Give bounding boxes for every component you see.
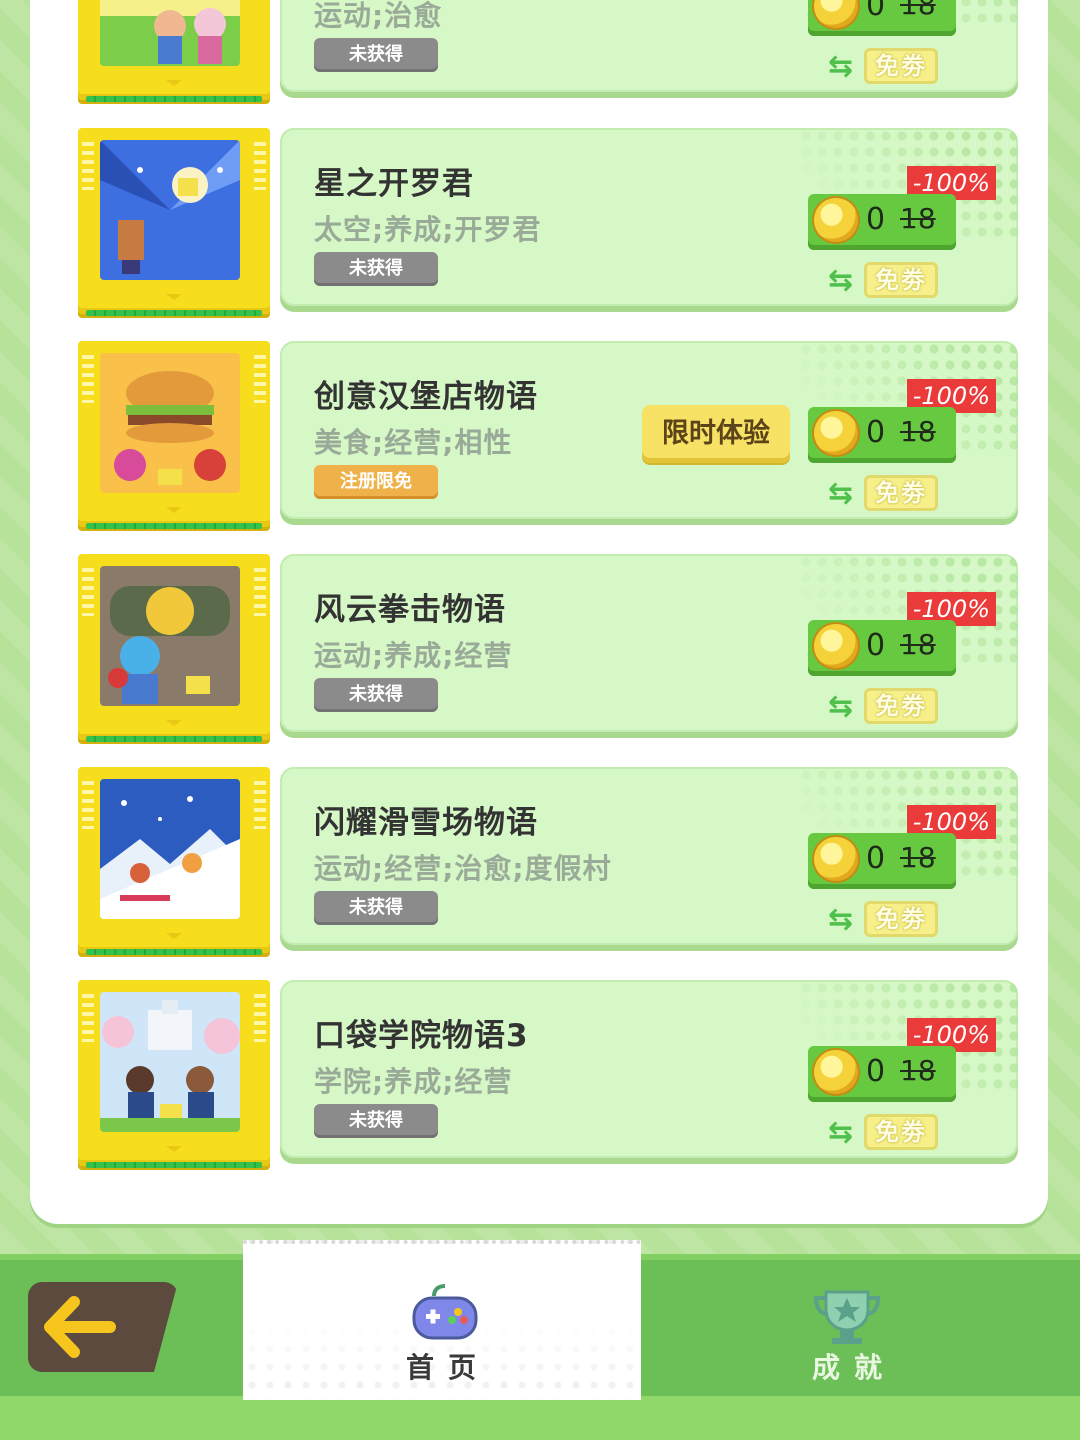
- cart-strip: [86, 310, 262, 316]
- game-row[interactable]: 创意汉堡店物语 美食;经营;相性 注册限免 限时体验 -100% 0 18 ⇆ …: [0, 341, 1080, 541]
- game-thumbnail: [100, 779, 240, 919]
- game-cartridge[interactable]: [78, 980, 270, 1168]
- swap-icon: ⇆: [828, 902, 854, 937]
- price-current: 0: [866, 841, 886, 876]
- game-title: 口袋学院物语3: [314, 1018, 529, 1054]
- game-title: 星之开罗君: [314, 166, 474, 202]
- swap-icon: ⇆: [828, 689, 854, 724]
- game-tags: 学院;养成;经营: [314, 1065, 513, 1098]
- price-current: 0: [866, 628, 886, 663]
- status-badge: 未获得: [314, 678, 438, 712]
- price-current: 0: [866, 415, 886, 450]
- free-coupon-badge[interactable]: 免劵: [864, 48, 938, 84]
- game-row[interactable]: 口袋学院物语3 学院;养成;经营 未获得 -100% 0 18 ⇆ 免劵: [0, 980, 1080, 1180]
- game-thumbnail: [100, 992, 240, 1132]
- game-row[interactable]: 闪耀滑雪场物语 运动;经营;治愈;度假村 未获得 -100% 0 18 ⇆ 免劵: [0, 767, 1080, 967]
- game-cartridge[interactable]: [78, 341, 270, 529]
- coin-icon: [814, 837, 858, 881]
- game-thumbnail: [100, 353, 240, 493]
- game-tags: 美食;经营;相性: [314, 426, 513, 459]
- game-tags: 太空;养成;开罗君: [314, 213, 542, 246]
- game-card[interactable]: 运动;治愈 未获得 0 18 ⇆ 免劵: [280, 0, 1018, 92]
- swap-icon: ⇆: [828, 1115, 854, 1150]
- cart-strip: [86, 96, 262, 102]
- game-title: 风云拳击物语: [314, 592, 506, 628]
- game-cartridge[interactable]: [78, 0, 270, 102]
- game-card[interactable]: 风云拳击物语 运动;养成;经营 未获得 -100% 0 18 ⇆ 免劵: [280, 554, 1018, 732]
- game-title: 闪耀滑雪场物语: [314, 805, 538, 841]
- free-coupon-badge[interactable]: 免劵: [864, 688, 938, 724]
- game-card[interactable]: 星之开罗君 太空;养成;开罗君 未获得 -100% 0 18 ⇆ 免劵: [280, 128, 1018, 306]
- status-badge: 未获得: [314, 1104, 438, 1138]
- swap-icon: ⇆: [828, 263, 854, 298]
- cart-strip: [86, 523, 262, 529]
- free-coupon-badge[interactable]: 免劵: [864, 901, 938, 937]
- swap-icon: ⇆: [828, 476, 854, 511]
- price-original: 18: [900, 415, 936, 448]
- coin-icon: [814, 1050, 858, 1094]
- price-current: 0: [866, 0, 886, 23]
- game-tags: 运动;经营;治愈;度假村: [314, 852, 612, 885]
- status-badge: 未获得: [314, 38, 438, 72]
- price-button[interactable]: 0 18: [808, 194, 956, 250]
- price-button[interactable]: 0 18: [808, 833, 956, 889]
- price-original: 18: [900, 0, 936, 21]
- game-thumbnail: [100, 0, 240, 66]
- free-coupon-badge[interactable]: 免劵: [864, 262, 938, 298]
- coin-icon: [814, 0, 858, 28]
- free-coupon-badge[interactable]: 免劵: [864, 475, 938, 511]
- cart-notch: [166, 80, 182, 86]
- cart-strip: [86, 736, 262, 742]
- price-button[interactable]: 0 18: [808, 620, 956, 676]
- status-badge: 未获得: [314, 891, 438, 925]
- cart-notch: [166, 720, 182, 726]
- coin-icon: [814, 624, 858, 668]
- cart-notch: [166, 933, 182, 939]
- tab-achievements-label[interactable]: 成就: [812, 1346, 896, 1386]
- free-coupon-badge[interactable]: 免劵: [864, 1114, 938, 1150]
- game-card[interactable]: 口袋学院物语3 学院;养成;经营 未获得 -100% 0 18 ⇆ 免劵: [280, 980, 1018, 1158]
- cart-notch: [166, 507, 182, 513]
- game-cartridge[interactable]: [78, 767, 270, 955]
- price-original: 18: [900, 841, 936, 874]
- game-row[interactable]: 星之开罗君 太空;养成;开罗君 未获得 -100% 0 18 ⇆ 免劵: [0, 128, 1080, 328]
- back-arrow-icon: [44, 1296, 116, 1358]
- trial-button[interactable]: 限时体验: [642, 405, 790, 463]
- status-badge: 注册限免: [314, 465, 438, 499]
- game-cartridge[interactable]: [78, 128, 270, 316]
- coin-icon: [814, 411, 858, 455]
- game-tags: 运动;养成;经营: [314, 639, 513, 672]
- price-current: 0: [866, 1054, 886, 1089]
- game-title: 创意汉堡店物语: [314, 379, 538, 415]
- price-button[interactable]: 0 18: [808, 0, 956, 36]
- price-original: 18: [900, 202, 936, 235]
- status-badge: 未获得: [314, 252, 438, 286]
- swap-icon: ⇆: [828, 49, 854, 84]
- gamepad-icon: [412, 1284, 478, 1340]
- game-thumbnail: [100, 140, 240, 280]
- game-tags: 运动;治愈: [314, 0, 443, 32]
- game-cartridge[interactable]: [78, 554, 270, 742]
- price-button[interactable]: 0 18: [808, 1046, 956, 1102]
- price-current: 0: [866, 202, 886, 237]
- price-button[interactable]: 0 18: [808, 407, 956, 463]
- cart-strip: [86, 1162, 262, 1168]
- cart-strip: [86, 949, 262, 955]
- trophy-icon: [813, 1290, 881, 1344]
- cart-notch: [166, 294, 182, 300]
- game-row[interactable]: 风云拳击物语 运动;养成;经营 未获得 -100% 0 18 ⇆ 免劵: [0, 554, 1080, 754]
- game-card[interactable]: 创意汉堡店物语 美食;经营;相性 注册限免 限时体验 -100% 0 18 ⇆ …: [280, 341, 1018, 519]
- game-row[interactable]: 运动;治愈 未获得 0 18 ⇆ 免劵: [0, 0, 1080, 114]
- game-thumbnail: [100, 566, 240, 706]
- game-card[interactable]: 闪耀滑雪场物语 运动;经营;治愈;度假村 未获得 -100% 0 18 ⇆ 免劵: [280, 767, 1018, 945]
- cart-notch: [166, 1146, 182, 1152]
- price-original: 18: [900, 628, 936, 661]
- tab-home-label: 首页: [406, 1351, 491, 1384]
- price-original: 18: [900, 1054, 936, 1087]
- coin-icon: [814, 198, 858, 242]
